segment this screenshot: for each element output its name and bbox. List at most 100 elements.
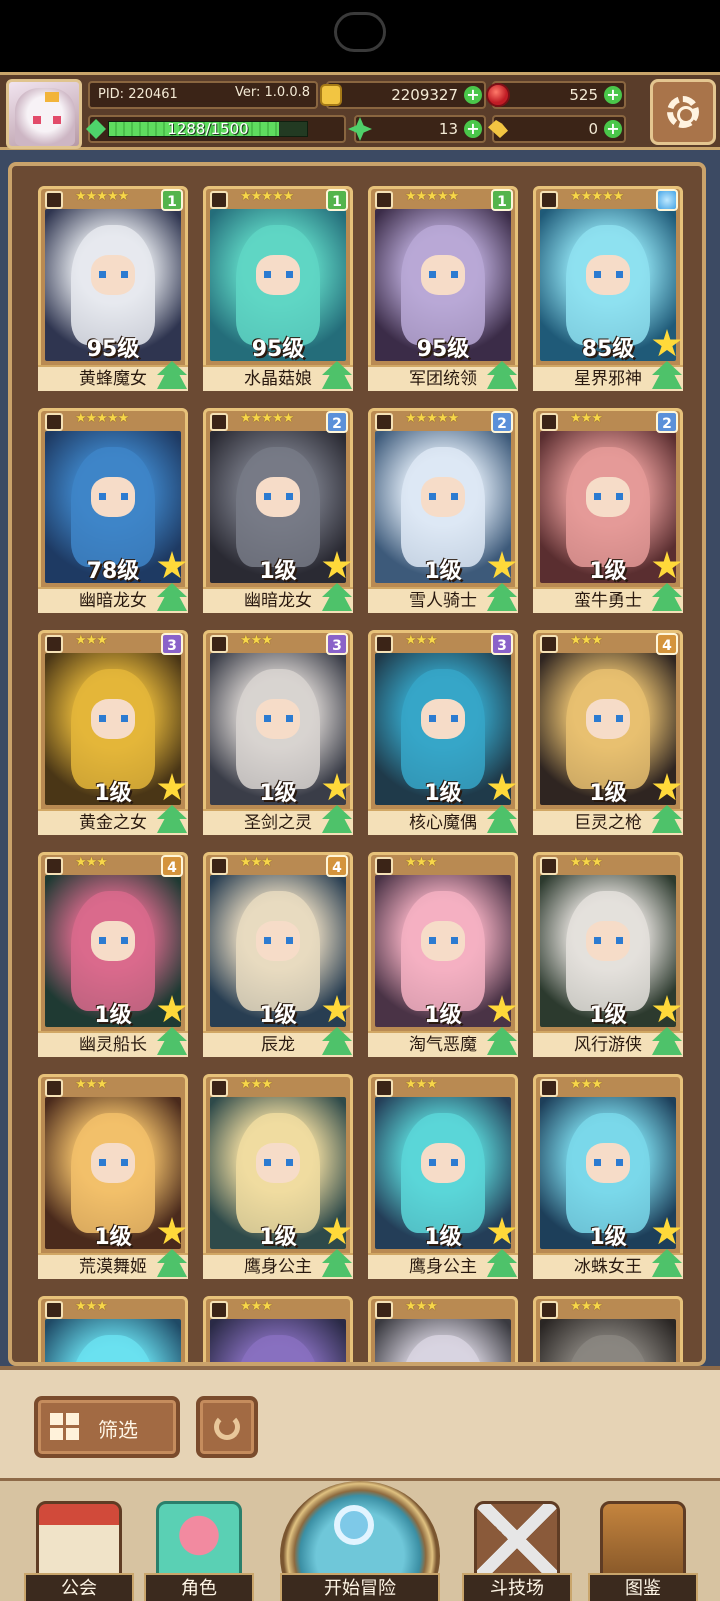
character-card[interactable]: ★★★ 1级 鹰身公主 — [368, 1074, 518, 1279]
rarity-stars: ★★★ — [240, 855, 273, 870]
character-card[interactable]: ★★★ 4 1级 辰龙 — [203, 852, 353, 1057]
character-card[interactable]: ★★★ 1级 冰蛛女王 — [533, 1074, 683, 1279]
nav-role[interactable]: 角色 — [144, 1501, 254, 1601]
top-header: PID: 220461 Ver: 1.0.0.8 2209327 + 525 +… — [0, 72, 720, 150]
stamina-bar: 1288/1500 — [86, 115, 346, 143]
weapon-type-icon — [540, 413, 558, 431]
add-gold-button[interactable]: + — [464, 86, 482, 104]
character-card[interactable]: ★★★ — [368, 1296, 518, 1362]
character-level: 1级 — [424, 1003, 462, 1028]
character-level: 1级 — [589, 559, 627, 584]
rarity-stars: ★★★★★ — [75, 411, 129, 426]
character-card[interactable]: ★★★★★ 2 1级 雪人骑士 — [368, 408, 518, 613]
rarity-stars: ★★★★★ — [405, 189, 459, 204]
key-amount: 0 — [588, 120, 598, 138]
character-level: 1级 — [589, 1225, 627, 1250]
weapon-type-icon — [45, 413, 63, 431]
weapon-type-icon — [540, 635, 558, 653]
character-card[interactable]: ★★★★★ 2 1级 幽暗龙女 — [203, 408, 353, 613]
character-portrait — [210, 1319, 346, 1362]
add-clover-button[interactable]: + — [464, 120, 482, 138]
rarity-stars: ★★★★★ — [405, 411, 459, 426]
rarity-stars: ★★★ — [570, 1077, 603, 1092]
key-counter: 0 + — [488, 115, 626, 143]
nav-codex-label: 图鉴 — [588, 1573, 698, 1601]
add-ruby-button[interactable]: + — [604, 86, 622, 104]
character-face-icon — [156, 1501, 242, 1577]
character-card[interactable]: ★★★★★ 1 95级 黄蜂魔女 — [38, 186, 188, 391]
weapon-type-icon — [45, 191, 63, 209]
tier-badge: 2 — [491, 411, 513, 433]
tier-badge: 1 — [326, 189, 348, 211]
weapon-type-icon — [45, 857, 63, 875]
character-card[interactable]: ★★★ — [38, 1296, 188, 1362]
character-level: 1级 — [259, 559, 297, 584]
rarity-stars: ★★★ — [240, 633, 273, 648]
rarity-stars: ★★★ — [405, 1077, 438, 1092]
filter-label: 筛选 — [98, 1418, 138, 1442]
weapon-type-icon — [45, 1301, 63, 1319]
weapon-type-icon — [375, 1301, 393, 1319]
add-key-button[interactable]: + — [604, 120, 622, 138]
nav-codex[interactable]: 图鉴 — [588, 1501, 698, 1601]
character-card[interactable]: ★★★ 3 1级 黄金之女 — [38, 630, 188, 835]
character-card[interactable]: ★★★ 1级 淘气恶魔 — [368, 852, 518, 1057]
character-portrait — [540, 1319, 676, 1362]
weapon-type-icon — [375, 191, 393, 209]
character-card[interactable]: ★★★ 1级 鹰身公主 — [203, 1074, 353, 1279]
gear-icon — [667, 96, 699, 128]
stamina-value: 1288/1500 — [167, 120, 249, 138]
character-card[interactable]: ★★★ 3 1级 核心魔偶 — [368, 630, 518, 835]
rarity-stars: ★★★ — [240, 1077, 273, 1092]
character-card[interactable]: ★★★★★ 78级 幽暗龙女 — [38, 408, 188, 613]
character-card[interactable]: ★★★ — [533, 1296, 683, 1362]
weapon-type-icon — [210, 191, 228, 209]
player-avatar[interactable] — [6, 79, 82, 149]
rarity-stars: ★★★ — [405, 855, 438, 870]
character-card[interactable]: ★★★★★ 1 95级 军团统领 — [368, 186, 518, 391]
clover-amount: 13 — [438, 120, 458, 138]
character-portrait — [375, 1319, 511, 1362]
bottom-nav: 公会 角色 开始冒险 斗技场 图鉴 — [0, 1478, 720, 1601]
character-card[interactable]: ★★★★★ 1 95级 水晶菇娘 — [203, 186, 353, 391]
character-card[interactable]: ★★★ 3 1级 圣剑之灵 — [203, 630, 353, 835]
tier-badge: 1 — [161, 189, 183, 211]
crossed-swords-icon — [474, 1501, 560, 1577]
character-level: 1级 — [589, 1003, 627, 1028]
filter-button[interactable]: 筛选 — [34, 1396, 180, 1458]
magnifier-icon — [334, 1505, 374, 1545]
character-level: 1级 — [424, 1225, 462, 1250]
settings-button[interactable] — [650, 79, 716, 145]
weapon-type-icon — [210, 1079, 228, 1097]
book-icon — [600, 1501, 686, 1577]
nav-guild-label: 公会 — [24, 1573, 134, 1601]
character-card[interactable]: ★★★★★ 85级 星界邪神 — [533, 186, 683, 391]
rarity-stars: ★★★★★ — [75, 189, 129, 204]
nav-guild[interactable]: 公会 — [24, 1501, 134, 1601]
character-level: 1级 — [94, 1225, 132, 1250]
character-card[interactable]: ★★★ 2 1级 蛮牛勇士 — [533, 408, 683, 613]
character-card[interactable]: ★★★ 4 1级 巨灵之枪 — [533, 630, 683, 835]
weapon-type-icon — [375, 857, 393, 875]
rarity-stars: ★★★ — [405, 1299, 438, 1314]
character-level: 95级 — [86, 337, 140, 362]
ruby-gem-icon — [486, 83, 510, 107]
version-label: Ver: 1.0.0.8 — [235, 85, 310, 100]
tier-badge: 4 — [656, 633, 678, 655]
character-card[interactable]: ★★★ 1级 风行游侠 — [533, 852, 683, 1057]
gold-coin-icon — [320, 84, 342, 106]
sort-toggle-button[interactable] — [196, 1396, 258, 1458]
character-list-frame[interactable]: ★★★★★ 1 95级 黄蜂魔女 ★★★★★ 1 95级 水晶菇娘 ★★★★★ 1 95级 军团统领 ★… — [8, 162, 706, 1366]
tier-badge: 3 — [161, 633, 183, 655]
nav-arena[interactable]: 斗技场 — [462, 1501, 572, 1601]
character-level: 1级 — [259, 1225, 297, 1250]
character-card[interactable]: ★★★ 4 1级 幽灵船长 — [38, 852, 188, 1057]
nav-start-adventure[interactable]: 开始冒险 — [280, 1481, 440, 1601]
rarity-stars: ★★★ — [75, 1077, 108, 1092]
character-level: 78级 — [86, 559, 140, 584]
character-card[interactable]: ★★★ — [203, 1296, 353, 1362]
character-level: 1级 — [94, 781, 132, 806]
gold-counter: 2209327 + — [320, 81, 486, 109]
character-card[interactable]: ★★★ 1级 荒漠舞姬 — [38, 1074, 188, 1279]
grid-icon — [50, 1413, 80, 1441]
